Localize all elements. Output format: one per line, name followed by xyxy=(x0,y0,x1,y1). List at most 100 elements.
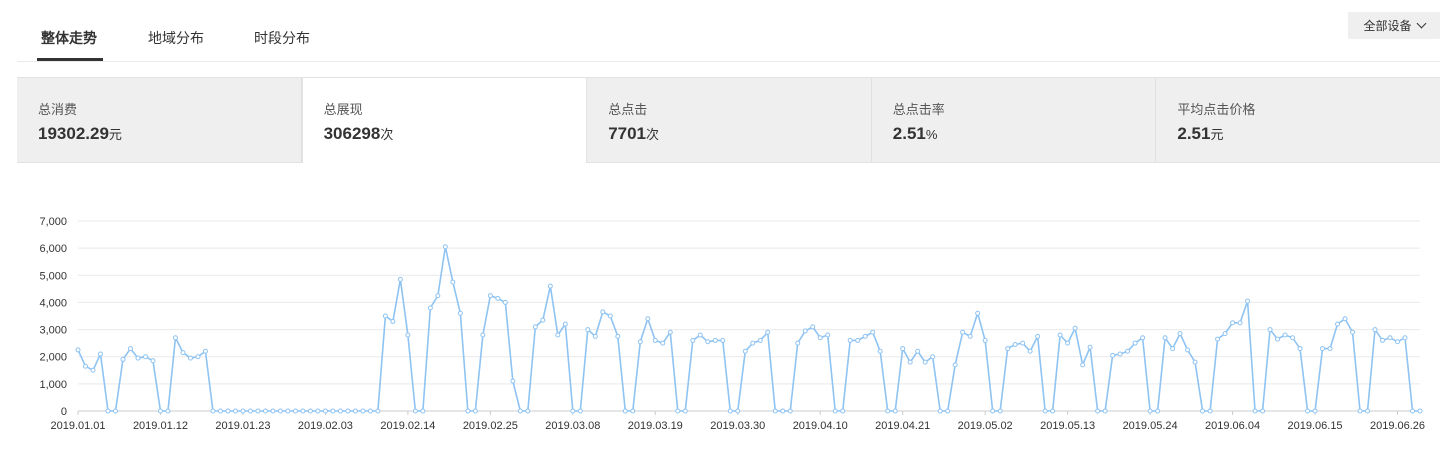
x-tick-label: 2019.03.19 xyxy=(628,420,683,432)
device-select-dropdown[interactable]: 全部设备 xyxy=(1348,12,1440,39)
data-point xyxy=(1125,348,1131,354)
data-point xyxy=(262,408,268,414)
metric-label: 平均点击价格 xyxy=(1177,102,1256,117)
data-point xyxy=(1252,408,1258,414)
x-tick-label: 2019.02.25 xyxy=(463,420,518,432)
data-point xyxy=(637,339,643,345)
data-point xyxy=(997,408,1003,414)
data-point xyxy=(892,408,898,414)
data-point xyxy=(300,408,306,414)
data-point xyxy=(975,310,981,316)
data-point xyxy=(720,337,726,343)
x-tick-label: 2019.01.12 xyxy=(133,420,188,432)
data-point xyxy=(1200,408,1206,414)
data-point xyxy=(397,276,403,282)
data-point xyxy=(1035,333,1041,339)
data-point xyxy=(937,408,943,414)
data-point xyxy=(1102,408,1108,414)
data-point xyxy=(1297,346,1303,352)
tab-region-distribution[interactable]: 地域分布 xyxy=(148,28,204,48)
data-point xyxy=(1365,408,1371,414)
data-point xyxy=(547,283,553,289)
data-point xyxy=(615,333,621,339)
data-point xyxy=(1222,331,1228,337)
data-point xyxy=(840,408,846,414)
data-point xyxy=(727,408,733,414)
metric-cards: 总消费 19302.29元 总展现 306298次 总点击 7701次 总点击率… xyxy=(17,77,1440,163)
metric-card-avg-click-price[interactable]: 平均点击价格 2.51元 xyxy=(1156,78,1440,163)
data-point xyxy=(1290,335,1296,341)
data-point xyxy=(1320,346,1326,352)
data-point xyxy=(1245,298,1251,304)
data-point xyxy=(97,351,103,357)
data-point xyxy=(952,362,958,368)
data-point xyxy=(802,328,808,334)
metric-value: 7701次 xyxy=(608,124,871,145)
metric-card-click-rate[interactable]: 总点击率 2.51% xyxy=(871,78,1157,163)
data-point xyxy=(1050,408,1056,414)
data-point xyxy=(1042,408,1048,414)
x-tick-label: 2019.01.23 xyxy=(215,420,270,432)
y-tick-label: 1,000 xyxy=(39,379,67,391)
data-point xyxy=(315,408,321,414)
tab-time-distribution[interactable]: 时段分布 xyxy=(254,28,310,48)
data-point xyxy=(1057,332,1063,338)
data-point xyxy=(690,337,696,343)
data-point xyxy=(465,408,471,414)
data-point xyxy=(577,408,583,414)
metric-unit: 次 xyxy=(380,127,394,142)
data-point xyxy=(735,408,741,414)
data-point xyxy=(607,313,613,319)
data-point xyxy=(810,324,816,330)
active-tab-indicator xyxy=(37,58,103,61)
data-point xyxy=(427,305,433,311)
y-tick-label: 5,000 xyxy=(39,270,67,282)
x-tick-label: 2019.04.21 xyxy=(875,420,930,432)
data-point xyxy=(360,408,366,414)
data-point xyxy=(337,408,343,414)
data-point xyxy=(1192,359,1198,365)
data-point xyxy=(307,408,313,414)
data-point xyxy=(1312,408,1318,414)
x-tick-label: 2019.02.14 xyxy=(380,420,435,432)
y-tick-label: 2,000 xyxy=(39,352,67,364)
data-point xyxy=(525,408,531,414)
data-point xyxy=(292,408,298,414)
metric-label: 总点击 xyxy=(608,102,648,117)
data-point xyxy=(855,337,861,343)
metric-card-total-cost[interactable]: 总消费 19302.29元 xyxy=(17,78,302,163)
data-point xyxy=(165,408,171,414)
tab-overall-trend[interactable]: 整体走势 xyxy=(41,28,97,48)
data-point xyxy=(1162,335,1168,341)
data-point xyxy=(742,348,748,354)
data-point xyxy=(382,313,388,319)
data-point xyxy=(412,408,418,414)
data-point xyxy=(1185,347,1191,353)
x-tick-label: 2019.01.01 xyxy=(50,420,105,432)
data-point xyxy=(652,337,658,343)
data-point xyxy=(1117,351,1123,357)
data-point xyxy=(1110,352,1116,358)
data-point xyxy=(817,335,823,341)
data-point xyxy=(540,317,546,323)
data-point xyxy=(757,337,763,343)
data-point xyxy=(1327,346,1333,352)
chart-canvas: 7,000 6,000 5,000 4,000 3,000 2,000 1,000 0 2019… xyxy=(39,216,1425,432)
data-point xyxy=(922,359,928,365)
data-point xyxy=(675,408,681,414)
y-tick-label: 0 xyxy=(61,406,67,418)
x-tick-label: 2019.04.10 xyxy=(793,420,848,432)
data-point xyxy=(1357,408,1363,414)
data-point xyxy=(765,329,771,335)
metric-label: 总消费 xyxy=(38,102,78,117)
data-point xyxy=(1342,316,1348,322)
data-point xyxy=(885,408,891,414)
data-point xyxy=(457,310,463,316)
data-point xyxy=(120,356,126,362)
data-point xyxy=(570,408,576,414)
data-point xyxy=(90,367,96,373)
metric-card-total-impressions[interactable]: 总展现 306298次 xyxy=(301,78,588,163)
data-point xyxy=(480,332,486,338)
metric-card-total-clicks[interactable]: 总点击 7701次 xyxy=(587,78,872,163)
y-tick-label: 7,000 xyxy=(39,216,67,228)
